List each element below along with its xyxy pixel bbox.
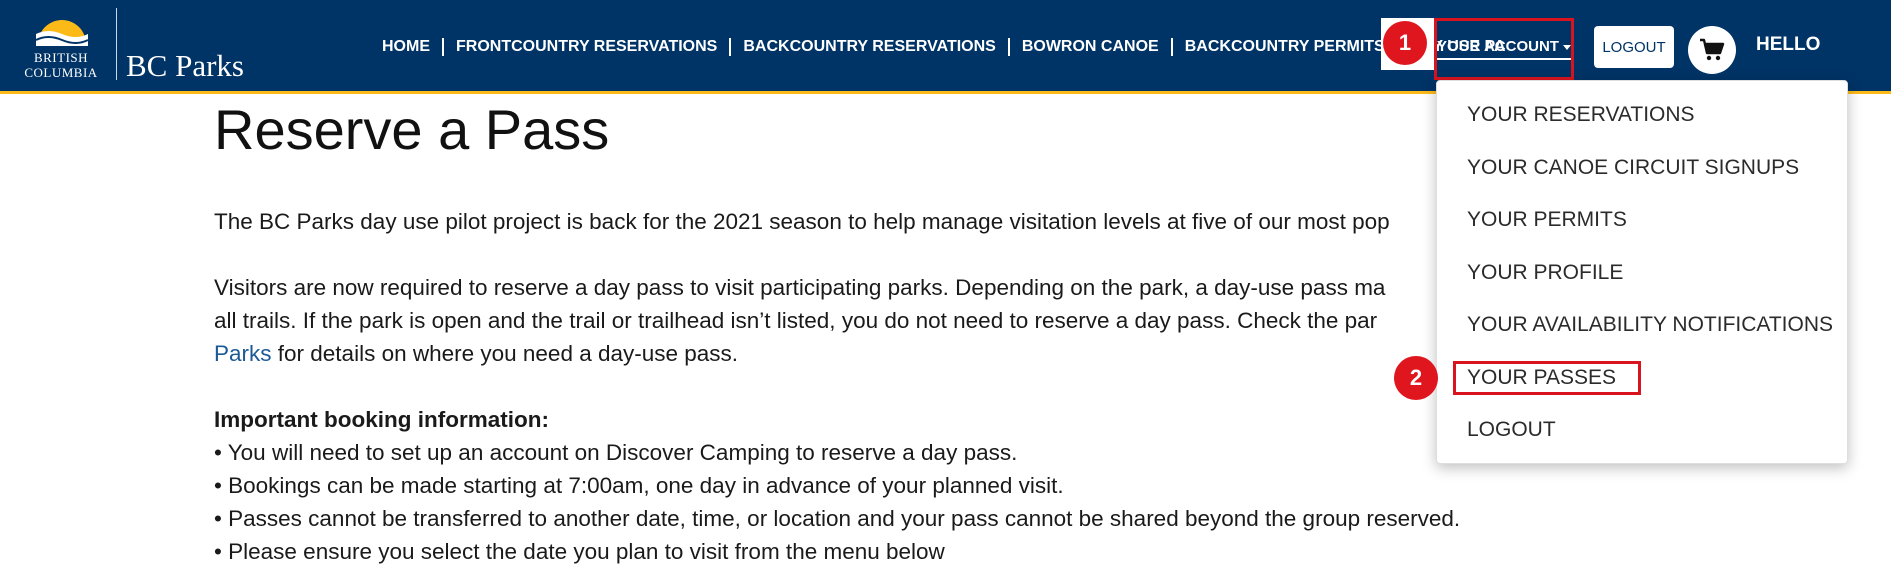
step-marker-1: 1 xyxy=(1383,21,1427,65)
visitors-paragraph-line1: Visitors are now required to reserve a d… xyxy=(214,275,1386,300)
nav-frontcountry-reservations[interactable]: FRONTCOUNTRY RESERVATIONS xyxy=(444,38,732,56)
visitors-line3-text: for details on where you need a day-use … xyxy=(271,341,739,366)
nav-home[interactable]: HOME xyxy=(370,38,444,56)
menu-item-logout[interactable]: LOGOUT xyxy=(1467,418,1556,442)
your-account-button[interactable]: YOUR ACCOUNT xyxy=(1434,18,1574,80)
gov-logo-line2: COLUMBIA xyxy=(24,65,98,80)
brand-name: BC Parks xyxy=(126,48,244,83)
important-heading: Important booking information: xyxy=(214,407,549,432)
bullet-item: • Please ensure you select the date you … xyxy=(214,539,945,564)
cart-button[interactable] xyxy=(1688,26,1736,74)
menu-item-your-availability-notifications[interactable]: YOUR AVAILABILITY NOTIFICATIONS xyxy=(1467,313,1833,337)
visitors-paragraph-line2: all trails. If the park is open and the … xyxy=(214,308,1378,333)
cart-icon xyxy=(1700,38,1725,61)
nav-bowron-canoe[interactable]: BOWRON CANOE xyxy=(1010,38,1173,56)
account-dropdown-menu: YOUR RESERVATIONS YOUR CANOE CIRCUIT SIG… xyxy=(1436,80,1848,464)
bullet-item: • Bookings can be made starting at 7:00a… xyxy=(214,473,1064,498)
user-greeting: HELLO xyxy=(1756,34,1821,55)
bc-government-logo: BRITISH COLUMBIA xyxy=(16,6,108,84)
sun-icon xyxy=(35,20,89,46)
your-account-label: YOUR ACCOUNT xyxy=(1437,38,1571,60)
parks-link[interactable]: Parks xyxy=(214,341,272,366)
page-title: Reserve a Pass xyxy=(214,98,610,161)
menu-item-your-canoe-circuit-signups[interactable]: YOUR CANOE CIRCUIT SIGNUPS xyxy=(1467,156,1799,180)
caret-down-icon xyxy=(1562,44,1571,50)
bullet-item: • Passes cannot be transferred to anothe… xyxy=(214,506,1461,531)
bullet-item: • You will need to set up an account on … xyxy=(214,440,1018,465)
logo-divider xyxy=(116,8,117,80)
step-marker-2: 2 xyxy=(1394,356,1438,400)
bc-parks-logo[interactable]: BRITISH COLUMBIA BC Parks xyxy=(16,6,256,84)
main-nav: HOME FRONTCOUNTRY RESERVATIONS BACKCOUNT… xyxy=(370,0,1518,94)
menu-item-your-passes[interactable]: YOUR PASSES xyxy=(1467,366,1616,390)
gov-logo-line1: BRITISH xyxy=(33,50,89,65)
menu-item-your-reservations[interactable]: YOUR RESERVATIONS xyxy=(1467,103,1695,127)
logout-button[interactable]: LOGOUT xyxy=(1594,26,1674,68)
nav-backcountry-permits[interactable]: BACKCOUNTRY PERMITS xyxy=(1173,38,1399,56)
intro-paragraph: The BC Parks day use pilot project is ba… xyxy=(214,209,1390,234)
menu-item-your-permits[interactable]: YOUR PERMITS xyxy=(1467,208,1627,232)
menu-item-your-profile[interactable]: YOUR PROFILE xyxy=(1467,261,1623,285)
visitors-paragraph-line3: Parks for details on where you need a da… xyxy=(214,337,738,370)
nav-backcountry-reservations[interactable]: BACKCOUNTRY RESERVATIONS xyxy=(731,38,1010,56)
